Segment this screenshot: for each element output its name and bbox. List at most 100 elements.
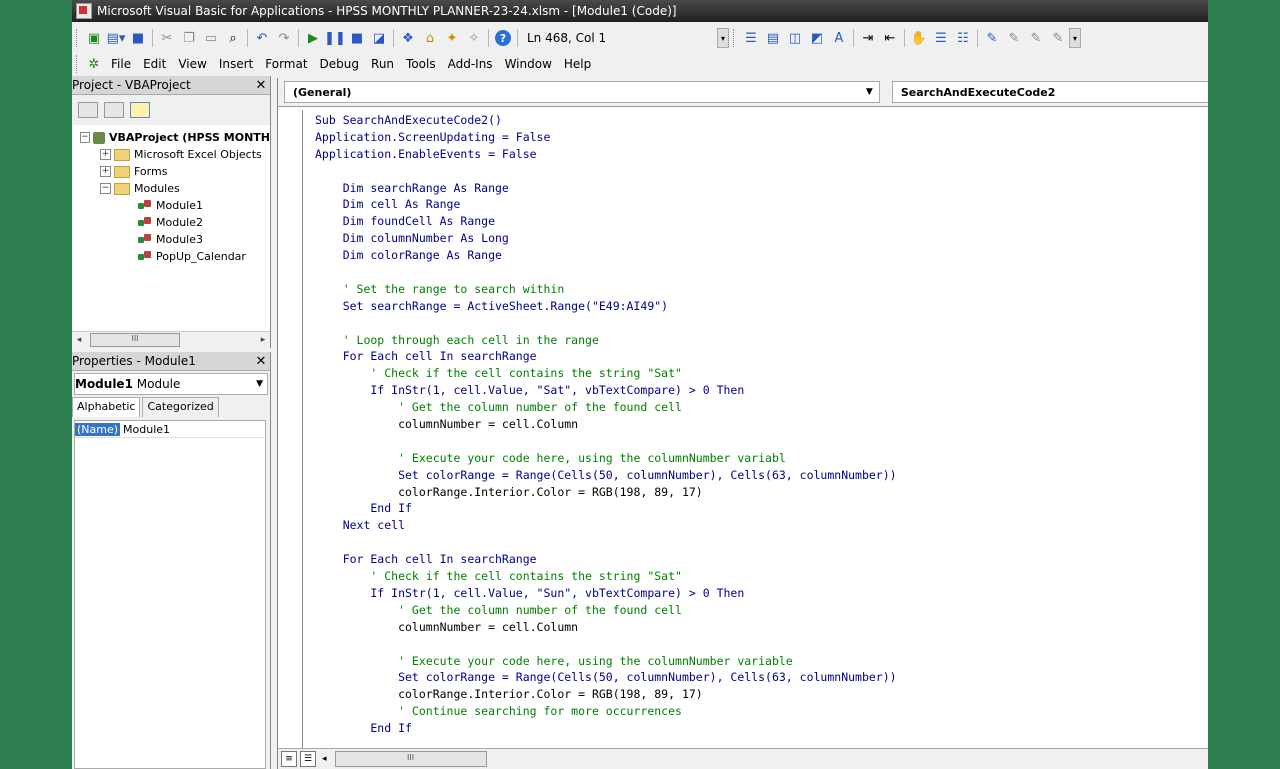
- undo-icon[interactable]: ↶: [251, 27, 273, 49]
- excel-icon[interactable]: ▣: [83, 27, 105, 49]
- code-line[interactable]: [315, 163, 1208, 180]
- indent-icon[interactable]: ⇥: [857, 27, 879, 49]
- next-bookmark-icon[interactable]: ✎: [1003, 27, 1025, 49]
- collapse-icon[interactable]: −: [80, 132, 90, 143]
- code-line[interactable]: columnNumber = cell.Column: [315, 416, 1208, 433]
- tree-node-popup-calendar[interactable]: PopUp_Calendar: [72, 248, 270, 265]
- clear-bookmarks-icon[interactable]: ✎: [1047, 27, 1069, 49]
- copy-icon[interactable]: ❐: [178, 27, 200, 49]
- menu-file[interactable]: File: [105, 57, 137, 71]
- object-select[interactable]: Module1 Module ▼: [74, 373, 268, 395]
- tree-node-module3[interactable]: Module3: [72, 231, 270, 248]
- toolbar-options-icon[interactable]: ▾: [717, 28, 729, 48]
- scroll-right-icon[interactable]: ▸: [256, 335, 270, 345]
- code-line[interactable]: Application.ScreenUpdating = False: [315, 129, 1208, 146]
- tree-node-module2[interactable]: Module2: [72, 214, 270, 231]
- object-browser-icon[interactable]: ✦: [441, 27, 463, 49]
- tree-node-forms[interactable]: + Forms: [72, 163, 270, 180]
- code-line[interactable]: ' Check if the cell contains the string …: [315, 568, 1208, 585]
- menu-help[interactable]: Help: [558, 57, 597, 71]
- menu-add-ins[interactable]: Add-Ins: [442, 57, 499, 71]
- toolbar-grip[interactable]: [76, 29, 80, 47]
- code-line[interactable]: ' Loop through each cell in the range: [315, 332, 1208, 349]
- save-icon[interactable]: ■: [127, 27, 149, 49]
- code-line[interactable]: colorRange.Interior.Color = RGB(198, 89,…: [315, 484, 1208, 501]
- previous-bookmark-icon[interactable]: ✎: [1025, 27, 1047, 49]
- toolbar-grip[interactable]: [733, 29, 737, 47]
- menu-tools[interactable]: Tools: [400, 57, 442, 71]
- code-line[interactable]: For Each cell In searchRange: [315, 551, 1208, 568]
- code-line[interactable]: Dim colorRange As Range: [315, 247, 1208, 264]
- code-line[interactable]: Set searchRange = ActiveSheet.Range("E49…: [315, 298, 1208, 315]
- menu-run[interactable]: Run: [365, 57, 400, 71]
- toggle-bookmark-icon[interactable]: ✎: [981, 27, 1003, 49]
- code-line[interactable]: ' Get the column number of the found cel…: [315, 399, 1208, 416]
- chevron-down-icon[interactable]: ▼: [866, 87, 873, 97]
- object-dropdown[interactable]: (General) ▼: [284, 81, 880, 103]
- tab-alphabetic[interactable]: Alphabetic: [72, 397, 141, 417]
- code-line[interactable]: [315, 534, 1208, 551]
- code-line[interactable]: Dim columnNumber As Long: [315, 230, 1208, 247]
- code-line[interactable]: End If: [315, 720, 1208, 737]
- code-line[interactable]: [315, 264, 1208, 281]
- scroll-left-icon[interactable]: ◂: [72, 335, 86, 345]
- code-line[interactable]: Application.EnableEvents = False: [315, 146, 1208, 163]
- outdent-icon[interactable]: ⇤: [879, 27, 901, 49]
- scroll-thumb[interactable]: III: [90, 333, 180, 347]
- code-editor[interactable]: Sub SearchAndExecuteCode2() Application.S…: [278, 110, 1208, 749]
- code-line[interactable]: For Each cell In searchRange: [315, 348, 1208, 365]
- code-line[interactable]: columnNumber = cell.Column: [315, 619, 1208, 636]
- code-text[interactable]: Sub SearchAndExecuteCode2() Application.S…: [315, 112, 1208, 737]
- tree-node-modules[interactable]: − Modules: [72, 180, 270, 197]
- paste-icon[interactable]: ▭: [200, 27, 222, 49]
- break-icon[interactable]: ❚❚: [324, 27, 346, 49]
- scroll-thumb[interactable]: III: [334, 751, 487, 767]
- uncomment-block-icon[interactable]: ☷: [952, 27, 974, 49]
- menu-debug[interactable]: Debug: [314, 57, 365, 71]
- expand-icon[interactable]: +: [100, 149, 111, 160]
- comment-block-icon[interactable]: ☰: [930, 27, 952, 49]
- scroll-left-icon[interactable]: ◂: [322, 754, 327, 764]
- code-line[interactable]: ' Set the range to search within: [315, 281, 1208, 298]
- project-explorer-icon[interactable]: ❖: [397, 27, 419, 49]
- cut-icon[interactable]: ✂: [156, 27, 178, 49]
- code-line[interactable]: ' Get the column number of the found cel…: [315, 602, 1208, 619]
- view-code-icon[interactable]: [78, 102, 98, 118]
- code-line[interactable]: Dim cell As Range: [315, 196, 1208, 213]
- parameter-info-icon[interactable]: ◩: [806, 27, 828, 49]
- complete-word-icon[interactable]: A: [828, 27, 850, 49]
- tab-categorized[interactable]: Categorized: [142, 397, 219, 417]
- tree-node-module1[interactable]: Module1: [72, 197, 270, 214]
- code-line[interactable]: [315, 636, 1208, 653]
- tree-node-vbaproject[interactable]: − VBAProject (HPSS MONTH: [72, 129, 270, 146]
- find-icon[interactable]: ⌕: [222, 27, 244, 49]
- close-icon[interactable]: ✕: [254, 354, 268, 369]
- menu-window[interactable]: Window: [499, 57, 558, 71]
- procedure-view-icon[interactable]: ≡: [281, 751, 297, 767]
- design-mode-icon[interactable]: ◪: [368, 27, 390, 49]
- help-button[interactable]: ?: [492, 27, 514, 49]
- menu-format[interactable]: Format: [259, 57, 313, 71]
- toggle-folders-icon[interactable]: [130, 102, 150, 118]
- reset-icon[interactable]: ■: [346, 27, 368, 49]
- menubar-grip[interactable]: [76, 55, 80, 73]
- code-line[interactable]: End If: [315, 500, 1208, 517]
- code-line[interactable]: colorRange.Interior.Color = RGB(198, 89,…: [315, 686, 1208, 703]
- code-line[interactable]: Dim searchRange As Range: [315, 180, 1208, 197]
- run-icon[interactable]: ▶: [302, 27, 324, 49]
- procedure-dropdown[interactable]: SearchAndExecuteCode2: [891, 81, 1208, 103]
- code-line[interactable]: Sub SearchAndExecuteCode2(): [315, 112, 1208, 129]
- code-line[interactable]: ' Execute your code here, using the colu…: [315, 653, 1208, 670]
- code-line[interactable]: Dim foundCell As Range: [315, 213, 1208, 230]
- code-line[interactable]: ' Execute your code here, using the colu…: [315, 450, 1208, 467]
- code-line[interactable]: [315, 315, 1208, 332]
- code-line[interactable]: If InStr(1, cell.Value, "Sat", vbTextCom…: [315, 382, 1208, 399]
- property-row[interactable]: (Name) Module1: [75, 421, 265, 438]
- code-line[interactable]: If InStr(1, cell.Value, "Sun", vbTextCom…: [315, 585, 1208, 602]
- vba-menu-icon[interactable]: ✲: [83, 53, 105, 75]
- menu-edit[interactable]: Edit: [137, 57, 172, 71]
- redo-icon[interactable]: ↷: [273, 27, 295, 49]
- indent-list-icon[interactable]: ☰: [740, 27, 762, 49]
- chevron-down-icon[interactable]: ▼: [256, 379, 263, 389]
- collapse-icon[interactable]: −: [100, 183, 111, 194]
